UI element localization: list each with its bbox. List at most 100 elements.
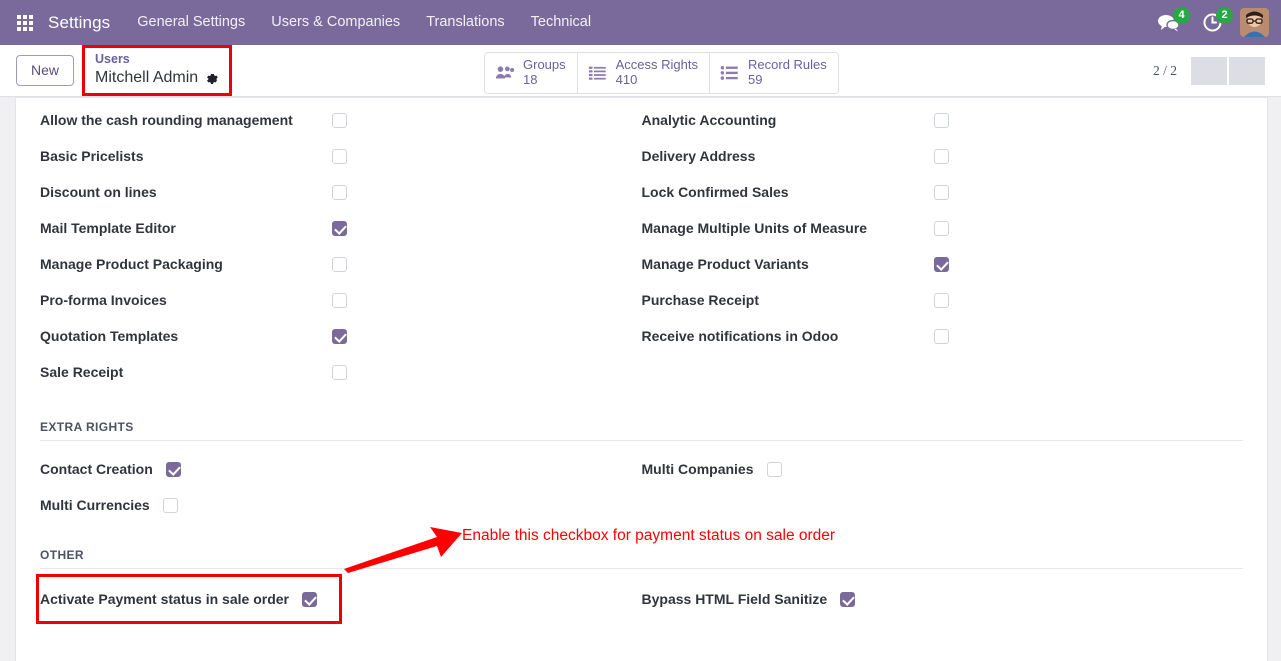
stat-button-access-rights[interactable]: Access Rights 410: [577, 53, 711, 93]
rights-column-left: Allow the cash rounding management Basic…: [40, 102, 642, 390]
other-column-right: Bypass HTML Field Sanitize: [642, 581, 1244, 617]
stat-label-access-rights: Access Rights: [615, 57, 699, 72]
setting-checkbox-activate-payment-status[interactable]: [302, 591, 317, 607]
setting-label: Quotation Templates: [40, 328, 179, 344]
setting-label: Basic Pricelists: [40, 148, 144, 164]
list-icon: [588, 66, 606, 80]
setting-row-basic-pricelists: Basic Pricelists: [40, 138, 622, 174]
setting-row-manage-product-packaging: Manage Product Packaging: [40, 246, 622, 282]
setting-checkbox-manage-multiple-uom[interactable]: [933, 220, 949, 236]
setting-checkbox-multi-currencies[interactable]: [162, 497, 178, 513]
stat-label-record-rules: Record Rules: [748, 57, 827, 72]
top-navbar: Settings General Settings Users & Compan…: [0, 0, 1281, 45]
pager-next-button[interactable]: [1229, 57, 1265, 85]
setting-label: Multi Currencies: [40, 497, 150, 513]
extra-rights-column-left: Contact Creation Multi Currencies: [40, 451, 642, 523]
menu-translations[interactable]: Translations: [413, 0, 517, 45]
stat-text-access-rights: Access Rights 410: [615, 57, 699, 88]
setting-checkbox-basic-pricelists[interactable]: [332, 148, 347, 164]
setting-checkbox-multi-companies[interactable]: [766, 461, 782, 477]
setting-checkbox-discount-on-lines[interactable]: [332, 184, 347, 200]
pager: 2 / 2: [1153, 45, 1267, 97]
setting-row-bypass-html-field-sanitize: Bypass HTML Field Sanitize: [642, 581, 1224, 617]
app-brand-settings[interactable]: Settings: [46, 13, 124, 33]
setting-checkbox-pro-forma-invoices[interactable]: [332, 292, 347, 308]
setting-checkbox-bypass-html-field-sanitize[interactable]: [840, 591, 856, 607]
messages-badge: 4: [1173, 7, 1190, 24]
setting-label: Manage Product Packaging: [40, 256, 223, 272]
setting-row-pro-forma-invoices: Pro-forma Invoices: [40, 282, 622, 318]
setting-checkbox-manage-product-variants[interactable]: [933, 256, 949, 272]
setting-row-multi-companies: Multi Companies: [642, 451, 1224, 487]
section-header-extra-rights: EXTRA RIGHTS: [16, 420, 1267, 440]
setting-checkbox-receive-notifications[interactable]: [933, 328, 949, 344]
new-button[interactable]: New: [16, 55, 75, 86]
record-title: Mitchell Admin: [95, 69, 199, 86]
stat-value-groups: 18: [523, 71, 538, 87]
setting-label: Manage Multiple Units of Measure: [641, 220, 868, 236]
setting-label: Pro-forma Invoices: [40, 292, 167, 308]
setting-label: Contact Creation: [40, 461, 153, 477]
breadcrumb-current-record: Mitchell Admin: [95, 67, 219, 88]
stat-text-groups: Groups 18: [523, 57, 566, 88]
breadcrumb-parent-users[interactable]: Users: [95, 52, 219, 67]
setting-row-contact-creation: Contact Creation: [40, 451, 622, 487]
messages-menu[interactable]: 4: [1146, 0, 1191, 45]
record-form-sheet: Allow the cash rounding management Basic…: [15, 97, 1268, 661]
setting-row-manage-multiple-uom: Manage Multiple Units of Measure: [642, 210, 1224, 246]
avatar[interactable]: [1240, 8, 1269, 37]
users-icon: [495, 66, 515, 79]
setting-checkbox-contact-creation[interactable]: [165, 461, 181, 477]
stat-buttons-group: Groups 18 Access Rights 410 Record Rules…: [484, 52, 839, 94]
stat-value-record-rules: 59: [748, 71, 763, 87]
menu-general-settings[interactable]: General Settings: [124, 0, 258, 45]
apps-grid-icon[interactable]: [14, 12, 36, 34]
setting-row-quotation-templates: Quotation Templates: [40, 318, 622, 354]
setting-checkbox-manage-product-packaging[interactable]: [332, 256, 347, 272]
activities-menu[interactable]: 2: [1191, 0, 1234, 45]
setting-checkbox-purchase-receipt[interactable]: [933, 292, 949, 308]
setting-label: Allow the cash rounding management: [40, 112, 293, 128]
section-title-extra-rights: EXTRA RIGHTS: [40, 420, 134, 434]
section-title-other: OTHER: [40, 548, 84, 562]
setting-label: Mail Template Editor: [40, 220, 176, 236]
stat-button-record-rules[interactable]: Record Rules 59: [710, 53, 838, 93]
menu-technical[interactable]: Technical: [518, 0, 604, 45]
list-dot-icon: [720, 65, 738, 80]
rights-grid: Allow the cash rounding management Basic…: [16, 98, 1267, 390]
user-avatar-icon: [1240, 8, 1269, 37]
setting-row-purchase-receipt: Purchase Receipt: [642, 282, 1224, 318]
setting-row-mail-template-editor: Mail Template Editor: [40, 210, 622, 246]
setting-checkbox-quotation-templates[interactable]: [332, 328, 347, 344]
setting-label: Activate Payment status in sale order: [40, 591, 289, 607]
setting-row-lock-confirmed-sales: Lock Confirmed Sales: [642, 174, 1224, 210]
setting-row-manage-product-variants: Manage Product Variants: [642, 246, 1224, 282]
setting-row-sale-receipt: Sale Receipt: [40, 354, 622, 390]
extra-rights-column-right: Multi Companies: [642, 451, 1244, 523]
section-header-other: OTHER: [16, 548, 1267, 568]
setting-row-delivery-address: Delivery Address: [642, 138, 1224, 174]
setting-checkbox-allow-cash-rounding[interactable]: [332, 112, 347, 128]
extra-rights-grid: Contact Creation Multi Currencies Multi …: [16, 441, 1267, 523]
setting-row-analytic-accounting: Analytic Accounting: [642, 102, 1224, 138]
setting-label: Manage Product Variants: [641, 256, 809, 272]
setting-checkbox-mail-template-editor[interactable]: [332, 220, 347, 236]
setting-label: Sale Receipt: [40, 364, 124, 380]
setting-checkbox-analytic-accounting[interactable]: [933, 112, 949, 128]
pager-count: 2 / 2: [1152, 63, 1177, 78]
stat-button-groups[interactable]: Groups 18: [485, 53, 578, 93]
setting-checkbox-sale-receipt[interactable]: [332, 364, 347, 380]
menu-users-companies[interactable]: Users & Companies: [258, 0, 413, 45]
pager-previous-button[interactable]: [1191, 57, 1227, 85]
gear-icon[interactable]: [205, 71, 219, 85]
other-column-left: Activate Payment status in sale order: [40, 581, 642, 617]
setting-checkbox-lock-confirmed-sales[interactable]: [933, 184, 949, 200]
stat-text-record-rules: Record Rules 59: [748, 57, 827, 88]
stat-label-groups: Groups: [523, 57, 566, 72]
setting-label: Receive notifications in Odoo: [641, 328, 839, 344]
setting-label: Analytic Accounting: [641, 112, 777, 128]
activities-badge: 2: [1216, 7, 1233, 24]
other-grid: Activate Payment status in sale order By…: [16, 569, 1267, 617]
setting-checkbox-delivery-address[interactable]: [933, 148, 949, 164]
setting-label: Purchase Receipt: [641, 292, 760, 308]
